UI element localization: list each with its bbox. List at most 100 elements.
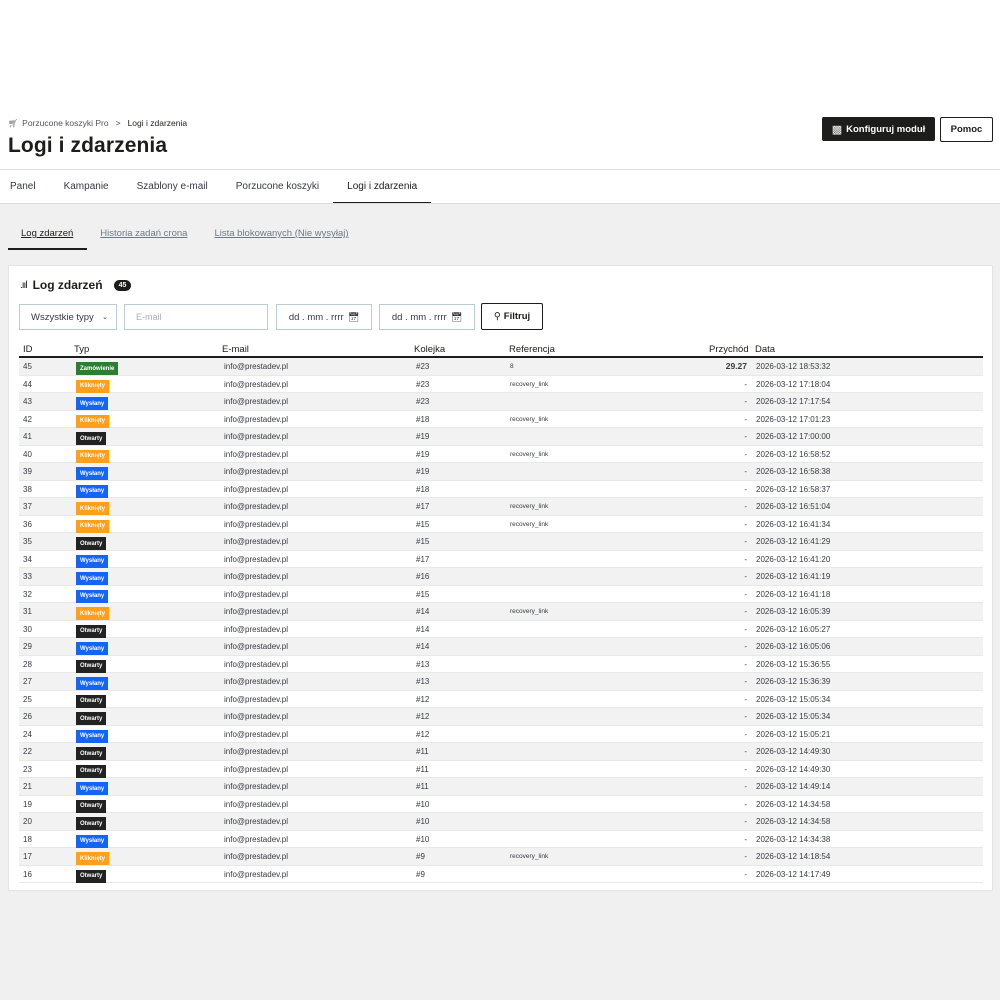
cell-queue: #12	[416, 712, 430, 721]
cell-email: info@prestadev.pl	[224, 397, 289, 406]
events-table: ID Typ E-mail Kolejka Referencja Przychó…	[19, 341, 983, 883]
col-referencja[interactable]: Referencja	[509, 344, 555, 355]
cell-reference: recovery_link	[510, 853, 549, 860]
cell-date: 2026-03-12 17:17:54	[756, 397, 831, 406]
cell-queue: #12	[416, 694, 430, 704]
type-badge: Kliknięty	[76, 519, 110, 533]
table-row: 42 Kliknięty info@prestadev.pl #18 recovery_…	[19, 411, 983, 428]
type-badge: Otwarty	[76, 694, 107, 708]
cell-email: info@prestadev.pl	[224, 729, 289, 739]
cell-id: 16	[23, 869, 32, 879]
cell-id: 40	[23, 449, 32, 459]
cell-queue: #14	[416, 642, 430, 651]
cell-email: info@prestadev.pl	[224, 817, 289, 826]
cell-reference: recovery_link	[510, 608, 549, 615]
filter-button[interactable]: ⚲ Filtruj	[481, 303, 543, 330]
cell-date: 2026-03-12 16:41:34	[756, 519, 831, 529]
calendar-icon[interactable]: 📅︎	[451, 312, 462, 323]
card-title: Log zdarzeń	[32, 278, 103, 292]
table-row: 40 Kliknięty info@prestadev.pl #19 recovery_…	[19, 446, 983, 463]
type-badge: Otwarty	[76, 432, 107, 445]
cell-id: 25	[23, 694, 32, 704]
cell-email: info@prestadev.pl	[224, 712, 289, 721]
cell-email: info@prestadev.pl	[224, 467, 289, 476]
col-kolejka[interactable]: Kolejka	[414, 344, 445, 355]
cell-email: info@prestadev.pl	[224, 362, 289, 371]
tab-porzucone-koszyki[interactable]: Porzucone koszyki	[222, 170, 333, 204]
cell-queue: #11	[416, 764, 429, 774]
cell-date: 2026-03-12 15:05:34	[756, 694, 831, 704]
type-select[interactable]: Wszystkie typy ⌄	[19, 304, 117, 330]
calendar-icon[interactable]: 📅︎	[348, 312, 359, 323]
table-row: 35 Otwarty info@prestadev.pl #15 -2026-03-12…	[19, 533, 983, 551]
cell-date: 2026-03-12 14:17:49	[756, 869, 831, 879]
tab-szablony[interactable]: Szablony e-mail	[123, 170, 222, 204]
col-przychod[interactable]: Przychód	[709, 344, 749, 355]
table-row: 28 Otwarty info@prestadev.pl #13 -2026-03-12…	[19, 656, 983, 673]
cell-revenue: -	[744, 589, 747, 599]
cell-queue: #12	[416, 729, 430, 739]
type-badge: Otwarty	[76, 624, 107, 638]
col-data[interactable]: Data	[755, 344, 775, 355]
cell-queue: #10	[416, 799, 430, 809]
cell-id: 29	[23, 642, 32, 651]
cell-id: 26	[23, 712, 32, 721]
type-badge: Wysłany	[76, 642, 109, 655]
cell-email: info@prestadev.pl	[224, 694, 289, 704]
cell-email: info@prestadev.pl	[224, 852, 289, 861]
tab-panel[interactable]: Panel	[0, 170, 50, 204]
table-row: 20 Otwarty info@prestadev.pl #10 -2026-03-12…	[19, 813, 983, 831]
cell-queue: #16	[416, 572, 430, 581]
cell-queue: #14	[416, 607, 430, 616]
table-row: 16 Otwarty info@prestadev.pl #9 -2026-03-12 …	[19, 866, 983, 883]
cell-email: info@prestadev.pl	[224, 799, 289, 809]
type-badge: Otwarty	[76, 537, 107, 550]
cell-revenue: -	[744, 397, 747, 406]
cell-reference: recovery_link	[510, 503, 549, 510]
cell-date: 2026-03-12 15:05:34	[756, 712, 831, 721]
cell-date: 2026-03-12 16:05:39	[756, 607, 831, 616]
cell-email: info@prestadev.pl	[224, 502, 289, 511]
email-filter-input[interactable]	[124, 304, 268, 330]
help-button[interactable]: Pomoc	[940, 117, 993, 142]
cell-id: 43	[23, 397, 32, 406]
cell-email: info@prestadev.pl	[224, 379, 289, 389]
type-badge: Zamówienie	[76, 362, 119, 375]
cell-revenue: -	[744, 484, 747, 494]
cell-revenue: -	[744, 834, 747, 844]
breadcrumb-parent[interactable]: Porzucone koszyki Pro	[22, 118, 108, 128]
tab-kampanie[interactable]: Kampanie	[50, 170, 123, 204]
cell-email: info@prestadev.pl	[224, 589, 289, 599]
table-row: 45 Zamówienie info@prestadev.pl #23 8 29.27 20…	[19, 358, 983, 376]
table-row: 26 Otwarty info@prestadev.pl #12 -2026-03-12…	[19, 708, 983, 726]
cell-date: 2026-03-12 18:53:32	[756, 362, 831, 371]
cell-email: info@prestadev.pl	[224, 677, 289, 686]
col-typ[interactable]: Typ	[74, 344, 89, 355]
col-id[interactable]: ID	[23, 344, 33, 355]
cell-queue: #23	[416, 397, 430, 406]
cell-revenue: -	[744, 747, 747, 756]
cell-queue: #13	[416, 659, 430, 669]
page-title: Logi i zdarzenia	[8, 134, 168, 157]
cell-email: info@prestadev.pl	[224, 834, 289, 844]
date-from-input[interactable]: dd . mm . rrrr 📅︎	[276, 304, 372, 330]
cell-revenue: -	[744, 537, 747, 546]
subtab-historia-crona[interactable]: Historia zadań crona	[87, 222, 201, 250]
signal-bars-icon: .ııl	[20, 279, 28, 291]
cell-revenue: 29.27	[725, 361, 747, 371]
cell-queue: #14	[416, 624, 430, 634]
col-email[interactable]: E-mail	[222, 344, 249, 355]
subtab-log-zdarzen[interactable]: Log zdarzeń	[8, 222, 88, 250]
configure-module-button[interactable]: ▩ Konfiguruj moduł	[822, 117, 935, 141]
cell-revenue: -	[744, 624, 747, 634]
cell-date: 2026-03-12 15:36:55	[756, 659, 831, 669]
date-to-input[interactable]: dd . mm . rrrr 📅︎	[379, 304, 475, 330]
tab-logi[interactable]: Logi i zdarzenia	[333, 170, 432, 204]
cell-date: 2026-03-12 14:18:54	[756, 852, 831, 861]
type-badge: Otwarty	[76, 869, 107, 883]
cell-id: 19	[23, 799, 32, 809]
table-row: 41 Otwarty info@prestadev.pl #19 -2026-03-12…	[19, 428, 983, 446]
type-select-value: Wszystkie typy	[31, 311, 94, 323]
cell-queue: #15	[416, 589, 430, 599]
subtab-lista-blokowanych[interactable]: Lista blokowanych (Nie wysyłaj)	[201, 222, 362, 250]
